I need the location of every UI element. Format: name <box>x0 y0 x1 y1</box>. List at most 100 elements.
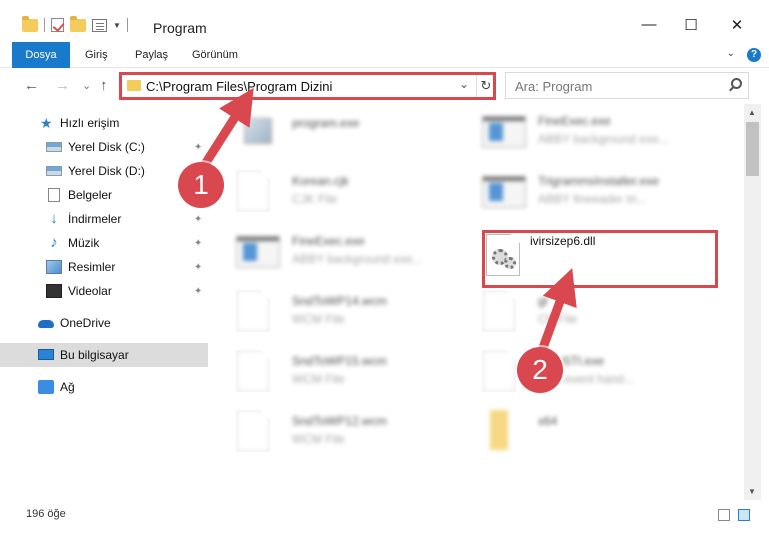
list-item[interactable]: SndToWP12.wcm WCM File <box>236 410 466 466</box>
list-item[interactable]: program.exe <box>236 110 466 166</box>
file-name: FineExec.exe <box>538 114 611 128</box>
document-icon <box>48 188 60 202</box>
pin-icon[interactable]: ✦ <box>194 214 202 225</box>
dll-highlight-box <box>482 230 718 288</box>
window-title: Program <box>153 20 207 36</box>
sidebar-item-downloads[interactable]: ↓ İndirmeler ✦ <box>0 207 208 231</box>
sidebar-item-label: Bu bilgisayar <box>60 348 129 362</box>
search-box[interactable]: Ara: Program <box>505 72 749 99</box>
step-2-badge: 2 <box>517 347 563 393</box>
exe-icon <box>236 236 280 268</box>
scroll-up-icon[interactable]: ▲ <box>748 108 756 117</box>
file-name: FineExec.exe <box>292 234 365 248</box>
properties-check-icon[interactable] <box>51 18 64 32</box>
file-type: WCM File <box>292 312 345 326</box>
sidebar-item-label: Videolar <box>68 284 112 298</box>
navigation-pane: ★ Hızlı erişim Yerel Disk (C:) ✦ Yerel D… <box>0 104 210 500</box>
expand-ribbon-chevron-down-icon[interactable]: ⌄ <box>727 48 735 62</box>
sidebar-item-label: OneDrive <box>60 316 111 330</box>
title-bar: ▼ Program — ☐ ✕ <box>0 0 769 42</box>
exe-icon <box>482 116 526 148</box>
download-icon: ↓ <box>50 210 58 227</box>
vertical-scrollbar[interactable]: ▲ ▼ <box>744 104 761 500</box>
status-bar: 196 öğe <box>0 500 769 535</box>
new-folder-icon[interactable] <box>70 15 86 32</box>
sidebar-item-label: İndirmeler <box>68 212 122 226</box>
network-icon <box>38 380 54 394</box>
list-item[interactable]: x64 <box>482 410 732 466</box>
list-item[interactable]: Korean.cjk CJK File <box>236 170 466 226</box>
list-item[interactable]: FineExec.exe ABBY background exe... <box>482 110 732 166</box>
folder-icon <box>22 15 38 32</box>
ribbon-controls: ⌄ ? <box>727 48 761 62</box>
maximize-button[interactable]: ☐ <box>676 16 706 34</box>
toolbar-separator <box>126 18 128 32</box>
sidebar-item-label: Yerel Disk (D:) <box>68 164 145 178</box>
pin-icon[interactable]: ✦ <box>194 262 202 273</box>
music-icon: ♪ <box>50 234 58 251</box>
sidebar-item-onedrive[interactable]: OneDrive <box>0 311 208 335</box>
star-icon: ★ <box>40 115 53 131</box>
file-type: WCM File <box>292 372 345 386</box>
large-icons-view-icon[interactable] <box>738 509 750 521</box>
pin-icon[interactable]: ✦ <box>194 238 202 249</box>
sidebar-item-quick-access[interactable]: ★ Hızlı erişim <box>0 111 208 135</box>
properties-icon[interactable] <box>92 18 107 32</box>
list-item[interactable]: TrigrammsInstaller.exe ABBY fineeader tr… <box>482 170 732 226</box>
pin-icon[interactable]: ✦ <box>194 142 202 153</box>
sidebar-item-documents[interactable]: Belgeler <box>0 183 208 207</box>
scroll-thumb[interactable] <box>746 122 759 176</box>
item-count: 196 öğe <box>26 508 66 520</box>
sidebar-item-local-disk-c[interactable]: Yerel Disk (C:) ✦ <box>0 135 208 159</box>
tab-home[interactable]: Giriş <box>85 42 108 68</box>
file-type: CK File <box>538 312 578 326</box>
address-highlight-box <box>119 72 496 100</box>
file-icon <box>482 350 516 392</box>
file-name: Korean.cjk <box>292 174 349 188</box>
list-item[interactable]: gl CK File <box>482 290 732 346</box>
sidebar-item-music[interactable]: ♪ Müzik ✦ <box>0 231 208 255</box>
computer-icon <box>38 349 54 360</box>
file-type: ABBY background exe... <box>292 252 423 266</box>
minimize-button[interactable]: — <box>634 16 664 33</box>
customize-toolbar-chevron-down-icon[interactable]: ▼ <box>113 21 121 30</box>
scroll-down-icon[interactable]: ▼ <box>748 487 756 496</box>
onedrive-icon <box>38 320 54 328</box>
file-name: SndToWP14.wcm <box>292 294 387 308</box>
sidebar-item-label: Belgeler <box>68 188 113 202</box>
recent-locations-chevron-down-icon[interactable]: ⌄ <box>82 79 91 92</box>
sidebar-item-this-pc[interactable]: Bu bilgisayar <box>0 343 208 367</box>
file-list: program.exe FineExec.exe ABBY background… <box>214 104 744 500</box>
forward-arrow-icon[interactable]: → <box>55 77 70 94</box>
file-icon <box>236 290 270 332</box>
file-icon <box>482 290 516 332</box>
list-item[interactable]: FineExec.exe ABBY background exe... <box>236 230 466 286</box>
file-type: WCM File <box>292 432 345 446</box>
sidebar-item-local-disk-d[interactable]: Yerel Disk (D:) <box>0 159 208 183</box>
list-item[interactable]: SndToWP15.wcm WCM File <box>236 350 466 406</box>
tab-share[interactable]: Paylaş <box>135 42 168 68</box>
tab-view[interactable]: Görünüm <box>192 42 238 68</box>
details-view-icon[interactable] <box>718 509 730 521</box>
list-item[interactable]: SndToWP14.wcm WCM File <box>236 290 466 346</box>
file-name: x64 <box>538 414 558 428</box>
drive-icon <box>46 166 62 176</box>
close-button[interactable]: ✕ <box>722 16 752 34</box>
file-icon <box>236 170 270 212</box>
file-type: CJK File <box>292 192 338 206</box>
help-icon[interactable]: ? <box>747 48 761 62</box>
quick-access-toolbar: ▼ <box>22 15 128 32</box>
video-icon <box>46 284 62 298</box>
search-input[interactable]: Ara: Program <box>515 79 592 94</box>
folder-icon <box>490 410 508 450</box>
sidebar-item-videos[interactable]: Videolar ✦ <box>0 279 208 303</box>
back-arrow-icon[interactable]: ← <box>24 77 39 94</box>
file-icon <box>236 410 270 452</box>
pin-icon[interactable]: ✦ <box>194 286 202 297</box>
sidebar-item-pictures[interactable]: Resimler ✦ <box>0 255 208 279</box>
pictures-icon <box>46 260 62 274</box>
up-arrow-icon[interactable]: ↑ <box>100 77 108 94</box>
sidebar-item-network[interactable]: Ağ <box>0 375 208 399</box>
sidebar-item-label: Müzik <box>68 236 100 250</box>
search-icon[interactable] <box>731 78 742 89</box>
